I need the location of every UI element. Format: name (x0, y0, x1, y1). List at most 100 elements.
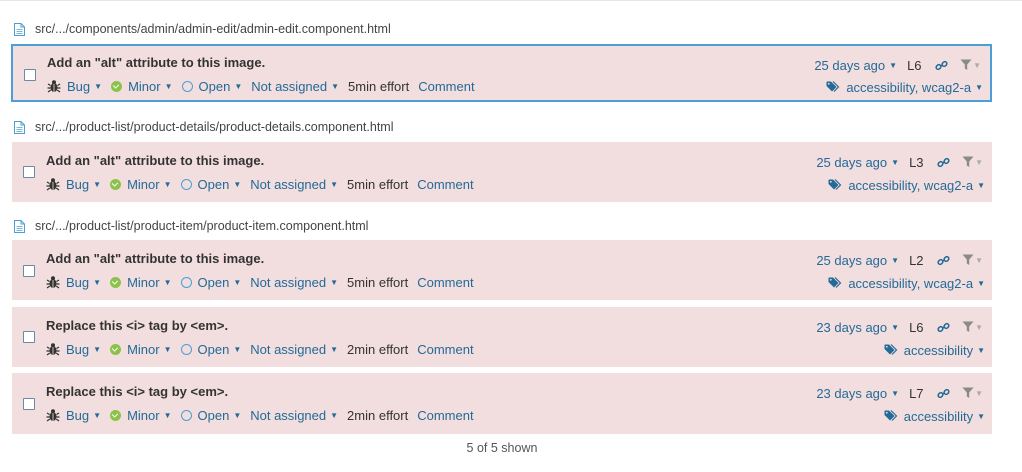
issue-location: 25 days ago ▼ L6 ▼ (814, 56, 981, 74)
issue-card[interactable]: Replace this <i> tag by <em>. Bug ▼ Minor… (12, 307, 992, 367)
severity-label: Minor (127, 274, 160, 290)
comment-link[interactable]: Comment (417, 408, 473, 423)
creation-date-dropdown[interactable]: 25 days ago ▼ (816, 155, 899, 170)
comment-link[interactable]: Comment (417, 177, 473, 192)
creation-date-dropdown[interactable]: 23 days ago ▼ (816, 386, 899, 401)
issue-checkbox[interactable] (23, 265, 35, 277)
chevron-down-icon: ▼ (973, 60, 981, 70)
chevron-down-icon: ▼ (891, 157, 900, 167)
chevron-down-icon: ▼ (977, 345, 985, 355)
issue-type-dropdown[interactable]: Bug ▼ (47, 79, 102, 94)
creation-date-dropdown[interactable]: 25 days ago ▼ (814, 58, 897, 73)
status-dropdown[interactable]: Open ▼ (180, 177, 242, 192)
filter-dropdown[interactable]: ▼ (960, 59, 981, 71)
severity-label: Minor (127, 176, 160, 192)
issue-type-dropdown[interactable]: Bug ▼ (46, 342, 101, 357)
status-dropdown[interactable]: Open ▼ (181, 79, 242, 94)
creation-date-dropdown[interactable]: 25 days ago ▼ (816, 253, 899, 268)
tags-dropdown[interactable]: accessibility ▼ (884, 407, 985, 425)
permalink-icon[interactable] (937, 254, 950, 267)
comment-link[interactable]: Comment (418, 79, 474, 94)
severity-label: Minor (128, 78, 161, 94)
severity-dropdown[interactable]: Minor ▼ (110, 341, 172, 357)
filter-dropdown[interactable]: ▼ (962, 254, 983, 266)
permalink-icon[interactable] (937, 387, 950, 400)
permalink-icon[interactable] (937, 156, 950, 169)
issue-meta: Bug ▼ Minor ▼ Open ▼ Not assigned ▼ 2min eff… (46, 340, 474, 358)
severity-dropdown[interactable]: Minor ▼ (111, 78, 173, 94)
tags-dropdown[interactable]: accessibility ▼ (884, 341, 985, 359)
assignee-dropdown[interactable]: Not assigned ▼ (251, 79, 339, 94)
issue-type-dropdown[interactable]: Bug ▼ (46, 177, 101, 192)
chevron-down-icon: ▼ (330, 277, 339, 287)
creation-date: 23 days ago (816, 385, 888, 401)
chevron-down-icon: ▼ (889, 60, 898, 70)
severity-dropdown[interactable]: Minor ▼ (110, 176, 172, 192)
issue-meta: Bug ▼ Minor ▼ Open ▼ Not assigned ▼ 5min eff… (46, 273, 474, 291)
issue-checkbox[interactable] (23, 331, 35, 343)
issue-message[interactable]: Replace this <i> tag by <em>. (46, 318, 228, 333)
chevron-down-icon: ▼ (233, 179, 242, 189)
assignee-dropdown[interactable]: Not assigned ▼ (250, 342, 338, 357)
file-header[interactable]: src/.../product-list/product-item/produc… (14, 216, 368, 236)
filter-dropdown[interactable]: ▼ (962, 387, 983, 399)
line-number[interactable]: L3 (909, 155, 927, 170)
issue-message[interactable]: Add an "alt" attribute to this image. (46, 153, 264, 168)
issue-message[interactable]: Add an "alt" attribute to this image. (47, 55, 265, 70)
tags-dropdown[interactable]: accessibility, wcag2-a ▼ (826, 78, 983, 96)
issue-type-dropdown[interactable]: Bug ▼ (46, 408, 101, 423)
file-header[interactable]: src/.../components/admin/admin-edit/admi… (14, 19, 391, 39)
severity-label: Minor (127, 341, 160, 357)
bug-icon (46, 343, 60, 356)
issue-location: 23 days ago ▼ L7 ▼ (816, 384, 983, 402)
comment-link[interactable]: Comment (417, 342, 473, 357)
permalink-icon[interactable] (935, 59, 948, 72)
assignee-dropdown[interactable]: Not assigned ▼ (250, 177, 338, 192)
issue-card[interactable]: Add an "alt" attribute to this image. Bu… (11, 44, 992, 102)
line-number[interactable]: L6 (909, 320, 927, 335)
assignee-dropdown[interactable]: Not assigned ▼ (250, 275, 338, 290)
severity-dropdown[interactable]: Minor ▼ (110, 274, 172, 290)
chevron-down-icon: ▼ (163, 410, 172, 420)
creation-date-dropdown[interactable]: 23 days ago ▼ (816, 320, 899, 335)
tags-label: accessibility (903, 342, 974, 358)
issue-card[interactable]: Add an "alt" attribute to this image. Bu… (12, 240, 992, 300)
issue-type-dropdown[interactable]: Bug ▼ (46, 275, 101, 290)
status-dropdown[interactable]: Open ▼ (180, 342, 241, 357)
issue-message[interactable]: Replace this <i> tag by <em>. (46, 384, 228, 399)
issue-checkbox[interactable] (23, 166, 35, 178)
issue-card[interactable]: Add an "alt" attribute to this image. Bu… (12, 142, 992, 202)
effort-label: 5min effort (347, 176, 409, 192)
chevron-down-icon: ▼ (233, 410, 242, 420)
filter-icon (962, 387, 974, 398)
filter-dropdown[interactable]: ▼ (962, 321, 983, 333)
chevron-down-icon: ▼ (330, 179, 339, 189)
tags-dropdown[interactable]: accessibility, wcag2-a ▼ (828, 274, 985, 292)
effort-label: 5min effort (347, 274, 409, 290)
filter-dropdown[interactable]: ▼ (962, 156, 983, 168)
line-number[interactable]: L6 (907, 58, 925, 73)
assignee-dropdown[interactable]: Not assigned ▼ (250, 408, 338, 423)
severity-dropdown[interactable]: Minor ▼ (110, 407, 172, 423)
chevron-down-icon: ▼ (975, 322, 983, 332)
minor-severity-icon (110, 343, 122, 355)
tags-label: accessibility, wcag2-a (848, 275, 974, 291)
severity-label: Minor (127, 407, 160, 423)
issue-checkbox[interactable] (24, 69, 36, 81)
issue-message[interactable]: Add an "alt" attribute to this image. (46, 251, 264, 266)
permalink-icon[interactable] (937, 321, 950, 334)
filter-icon (962, 156, 974, 167)
minor-severity-icon (110, 178, 122, 190)
issue-card[interactable]: Replace this <i> tag by <em>. Bug ▼ Minor… (12, 373, 992, 434)
status-dropdown[interactable]: Open ▼ (180, 408, 242, 423)
file-header[interactable]: src/.../product-list/product-details/pro… (14, 117, 394, 137)
issue-checkbox[interactable] (23, 398, 35, 410)
comment-link[interactable]: Comment (417, 275, 473, 290)
tags-dropdown[interactable]: accessibility, wcag2-a ▼ (828, 176, 985, 194)
status-label: Open (197, 274, 230, 290)
minor-severity-icon (110, 409, 122, 421)
line-number[interactable]: L7 (909, 386, 927, 401)
filter-icon (962, 254, 974, 265)
line-number[interactable]: L2 (909, 253, 927, 268)
status-dropdown[interactable]: Open ▼ (180, 274, 241, 290)
